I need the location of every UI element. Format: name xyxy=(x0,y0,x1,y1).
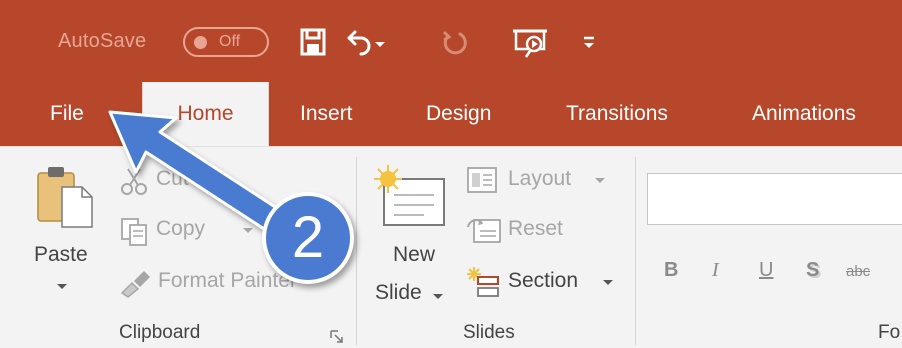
group-separator xyxy=(635,157,636,345)
italic-button[interactable]: I xyxy=(712,259,719,282)
underline-button[interactable]: U xyxy=(759,259,773,282)
section-dropdown-icon[interactable] xyxy=(602,279,614,287)
undo-icon[interactable] xyxy=(341,24,373,60)
paste-label[interactable]: Paste xyxy=(34,243,88,267)
tab-transitions[interactable]: Transitions xyxy=(566,82,668,146)
new-slide-label-line1[interactable]: New xyxy=(393,243,435,267)
paste-dropdown-icon[interactable] xyxy=(56,283,68,291)
tab-design[interactable]: Design xyxy=(426,82,491,146)
step-number-badge: 2 xyxy=(262,192,354,284)
clipboard-dialog-launcher-icon[interactable] xyxy=(330,330,344,344)
copy-label: Copy xyxy=(156,217,206,240)
reset-icon xyxy=(467,219,501,243)
customize-toolbar-icon[interactable] xyxy=(580,24,600,60)
autosave-toggle[interactable]: Off xyxy=(183,27,269,57)
tab-file[interactable]: File xyxy=(50,82,84,146)
scissors-icon xyxy=(121,168,147,195)
font-group-label: Fo xyxy=(878,322,901,343)
undo-dropdown-icon[interactable] xyxy=(372,24,388,60)
copy-icon xyxy=(121,218,147,246)
text-shadow-button[interactable]: S xyxy=(806,259,819,282)
start-from-beginning-icon[interactable] xyxy=(510,24,550,60)
new-slide-label-line2[interactable]: Slide xyxy=(375,281,422,305)
paste-icon[interactable] xyxy=(34,165,98,229)
layout-icon xyxy=(467,167,497,193)
new-slide-dropdown-icon[interactable] xyxy=(432,293,444,301)
ribbon-home: Paste Cut Copy Format Painter Clipboard … xyxy=(0,146,902,348)
autosave-state: Off xyxy=(219,33,241,50)
strikethrough-button[interactable]: abc xyxy=(846,263,870,280)
slides-group-label: Slides xyxy=(463,322,515,343)
clipboard-group-label: Clipboard xyxy=(119,322,201,343)
bold-button[interactable]: B xyxy=(664,259,678,282)
redo-icon[interactable] xyxy=(438,24,470,60)
cut-label: Cut xyxy=(156,167,189,190)
format-painter-label: Format Painter xyxy=(158,269,297,292)
tab-animations[interactable]: Animations xyxy=(752,82,856,146)
layout-dropdown-icon[interactable] xyxy=(594,177,606,185)
font-name-box[interactable] xyxy=(647,173,902,225)
tab-home[interactable]: Home xyxy=(142,82,269,146)
reset-label: Reset xyxy=(508,217,563,240)
autosave-toggle-knob xyxy=(194,36,207,49)
format-painter-icon xyxy=(120,271,150,298)
new-slide-icon[interactable] xyxy=(374,165,448,229)
section-icon xyxy=(467,267,499,297)
autosave-label: AutoSave xyxy=(58,30,147,52)
ribbon-tab-bar: File Home Insert Design Transitions Anim… xyxy=(0,82,902,146)
copy-dropdown-icon[interactable] xyxy=(242,227,254,235)
quick-access-toolbar: AutoSave Off xyxy=(0,0,902,82)
layout-label: Layout xyxy=(508,167,572,190)
group-separator xyxy=(356,157,357,345)
save-icon[interactable] xyxy=(298,24,330,60)
tab-insert[interactable]: Insert xyxy=(300,82,353,146)
section-label: Section xyxy=(508,269,579,292)
